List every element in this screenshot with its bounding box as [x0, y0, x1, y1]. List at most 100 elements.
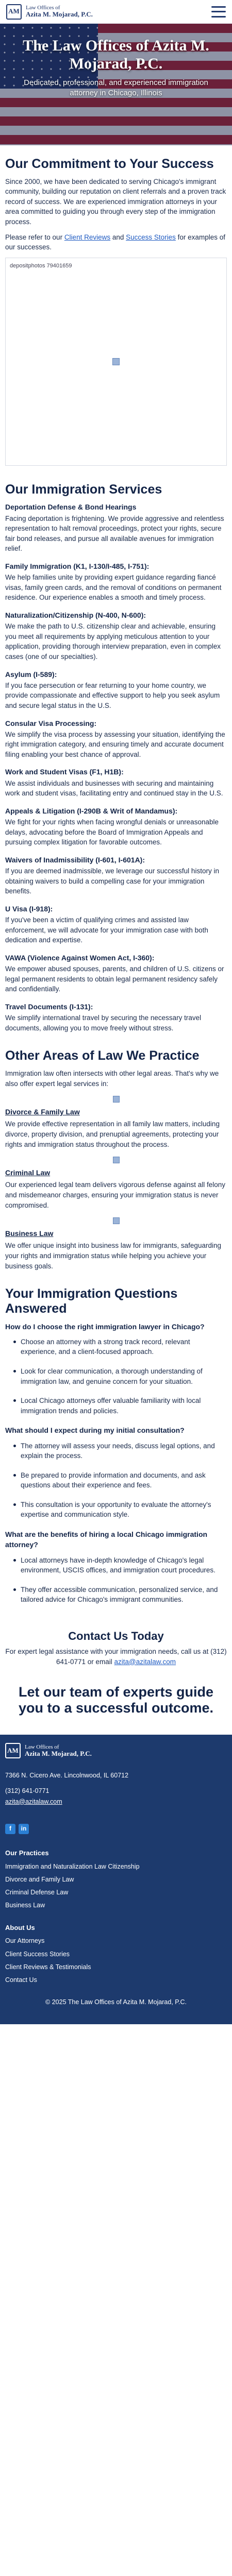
contact-text: For expert legal assistance with your im…	[5, 1647, 227, 1667]
area-title[interactable]: Divorce & Family Law	[5, 1107, 227, 1117]
footer-link-item: Business Law	[5, 1901, 227, 1909]
logo-text: Law Offices of Azita M. Mojarad, P.C.	[25, 1744, 92, 1758]
area-item-divorce: Divorce & Family Law We provide effectiv…	[5, 1107, 227, 1149]
area-text: We offer unique insight into business la…	[5, 1242, 221, 1270]
menu-bar	[211, 15, 226, 18]
logo-line1: Law Offices of	[26, 4, 60, 11]
area-title[interactable]: Criminal Law	[5, 1167, 227, 1178]
footer-link-item: Contact Us	[5, 1976, 227, 1984]
faq-answer-list: Local attorneys have in-depth knowledge …	[5, 1555, 227, 1605]
menu-bar	[211, 11, 226, 12]
service-title: Deportation Defense & Bond Hearings	[5, 503, 137, 512]
service-item: Waivers of Inadmissibility (I-601, I-601…	[5, 855, 227, 896]
broken-image-icon	[112, 1096, 120, 1103]
footer-about-link[interactable]: Our Attorneys	[5, 1937, 44, 1944]
services-section: Our Immigration Services Deportation Def…	[0, 482, 232, 1046]
footer-address: 7366 N. Cicero Ave. Lincolnwood, IL 6071…	[5, 1772, 129, 1780]
copyright-text: © 2025 The Law Offices of Azita M. Mojar…	[45, 1998, 187, 2006]
service-text: Facing deportation is frightening. We pr…	[5, 514, 224, 553]
footer-about-link[interactable]: Client Success Stories	[5, 1951, 70, 1958]
service-title: Travel Documents (I-131):	[5, 1002, 93, 1011]
faq-answer-list: Choose an attorney with a strong track r…	[5, 1337, 227, 1416]
embedded-video[interactable]: depositphotos 79401659	[5, 257, 227, 466]
footer-link-item: Client Success Stories	[5, 1950, 227, 1958]
other-areas-intro: Immigration law often intersects with ot…	[5, 1070, 219, 1088]
site-logo[interactable]: AM Law Offices of Azita M. Mojarad, P.C.	[6, 4, 93, 20]
logo-line2: Azita M. Mojarad, P.C.	[26, 10, 93, 19]
service-title: Family Immigration (K1, I-130/I-485, I-7…	[5, 562, 150, 570]
service-text: If you face persecution or fear returnin…	[5, 681, 220, 709]
services-heading: Our Immigration Services	[5, 482, 162, 497]
logo-mark: AM	[5, 1743, 21, 1759]
service-title: Asylum (I-589):	[5, 670, 57, 679]
footer-about-link[interactable]: Client Reviews & Testimonials	[5, 1963, 91, 1971]
other-areas-heading: Other Areas of Law We Practice	[5, 1048, 200, 1063]
footer-practices-heading: Our Practices	[5, 1849, 49, 1857]
footer-link-item: Criminal Defense Law	[5, 1888, 227, 1896]
service-text: We simplify the visa process by assessin…	[5, 730, 225, 758]
service-item: U Visa (I-918): If you've been a victim o…	[5, 904, 227, 945]
faq-answer-item: Local Chicago attorneys offer valuable f…	[13, 1396, 227, 1416]
service-item: Work and Student Visas (F1, H1B): We assi…	[5, 767, 227, 798]
linkedin-icon[interactable]: in	[19, 1823, 29, 1834]
faq-answer-item: This consultation is your opportunity to…	[13, 1500, 227, 1520]
service-item: Deportation Defense & Bond Hearings Facin…	[5, 502, 227, 554]
footer-practice-link[interactable]: Immigration and Naturalization Law Citiz…	[5, 1863, 140, 1870]
area-title[interactable]: Business Law	[5, 1228, 227, 1239]
hero-content: The Law Offices of Azita M. Mojarad, P.C…	[0, 37, 232, 103]
faq-heading: Your Immigration Questions Answered	[5, 1286, 178, 1316]
service-title: Consular Visa Processing:	[5, 719, 97, 727]
faq-answer-item: They offer accessible communication, per…	[13, 1585, 227, 1605]
faq-question: What are the benefits of hiring a local …	[5, 1530, 208, 1549]
service-item: Naturalization/Citizenship (N-400, N-600…	[5, 610, 227, 662]
service-text: We fight for your rights when facing wro…	[5, 818, 219, 846]
video-alt-text: depositphotos 79401659	[10, 262, 72, 269]
service-text: We simplify international travel by secu…	[5, 1014, 202, 1032]
contact-email-link[interactable]: azita@azitalaw.com	[114, 1658, 176, 1666]
service-item: Family Immigration (K1, I-130/I-485, I-7…	[5, 561, 227, 603]
menu-bar	[211, 6, 226, 8]
area-text: Our experienced legal team delivers vigo…	[5, 1181, 225, 1209]
service-text: We help families unite by providing expe…	[5, 573, 222, 602]
hero-banner: The Law Offices of Azita M. Mojarad, P.C…	[0, 24, 232, 145]
logo-line2: Azita M. Mojarad, P.C.	[25, 1750, 92, 1758]
service-text: We make the path to U.S. citizenship cle…	[5, 622, 221, 660]
faq-answer-item: Be prepared to provide information and d…	[13, 1470, 227, 1490]
footer-practice-link[interactable]: Business Law	[5, 1902, 45, 1909]
reviews-prefix: Please refer to our	[5, 233, 64, 241]
faq-section: Your Immigration Questions Answered How …	[0, 1282, 232, 1619]
success-stories-link[interactable]: Success Stories	[126, 233, 176, 241]
service-item: Appeals & Litigation (I-290B & Writ of M…	[5, 806, 227, 848]
footer-email-link[interactable]: azita@azitalaw.com	[5, 1798, 62, 1805]
service-title: Waivers of Inadmissibility (I-601, I-601…	[5, 855, 145, 864]
service-title: Work and Student Visas (F1, H1B):	[5, 768, 124, 776]
service-text: We assist individuals and businesses wit…	[5, 779, 223, 798]
social-links: f in	[5, 1823, 227, 1834]
site-footer: AM Law Offices of Azita M. Mojarad, P.C.…	[0, 1735, 232, 2025]
facebook-icon[interactable]: f	[5, 1823, 15, 1834]
hero-subtitle: Dedicated, professional, and experienced…	[24, 78, 208, 97]
hamburger-menu-icon[interactable]	[211, 6, 226, 18]
footer-about-list: Our Attorneys Client Success Stories Cli…	[5, 1937, 227, 1984]
footer-link-item: Client Reviews & Testimonials	[5, 1963, 227, 1971]
faq-answer-list: The attorney will assess your needs, dis…	[5, 1441, 227, 1520]
footer-practice-link[interactable]: Divorce and Family Law	[5, 1876, 74, 1883]
footer-practices-list: Immigration and Naturalization Law Citiz…	[5, 1862, 227, 1910]
faq-answer-item: Look for clear communication, a thorough…	[13, 1366, 227, 1386]
area-item-business: Business Law We offer unique insight int…	[5, 1228, 227, 1271]
services-list: Deportation Defense & Bond Hearings Facin…	[5, 502, 227, 1033]
site-header: AM Law Offices of Azita M. Mojarad, P.C.	[0, 0, 232, 24]
area-item-criminal: Criminal Law Our experienced legal team …	[5, 1167, 227, 1210]
footer-about-link[interactable]: Contact Us	[5, 1976, 37, 1984]
cta-section: Let our team of experts guide you to a s…	[0, 1679, 232, 1735]
footer-practice-link[interactable]: Criminal Defense Law	[5, 1889, 68, 1896]
footer-phone[interactable]: (312) 641-0771	[5, 1786, 227, 1795]
service-title: VAWA (Violence Against Women Act, I-360)…	[5, 953, 155, 962]
cta-heading: Let our team of experts guide you to a s…	[18, 1684, 214, 1716]
faq-answer-item: Choose an attorney with a strong track r…	[13, 1337, 227, 1357]
footer-logo[interactable]: AM Law Offices of Azita M. Mojarad, P.C.	[5, 1743, 227, 1759]
client-reviews-link[interactable]: Client Reviews	[64, 233, 110, 241]
service-item: Consular Visa Processing: We simplify the…	[5, 718, 227, 760]
faq-question: What should I expect during my initial c…	[5, 1426, 185, 1435]
service-title: U Visa (I-918):	[5, 904, 53, 913]
